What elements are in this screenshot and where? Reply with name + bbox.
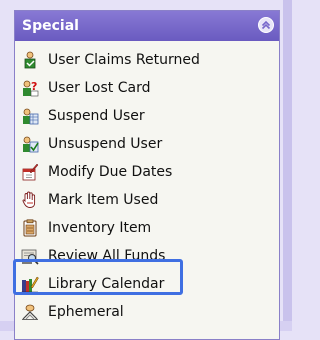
menu-item-user-claims-returned[interactable]: User Claims Returned (15, 46, 279, 74)
menu-item-inventory-item[interactable]: Inventory Item (15, 214, 279, 242)
menu-item-label: User Lost Card (48, 80, 151, 96)
menu-item-label: Inventory Item (48, 220, 152, 236)
suspend-user-icon (21, 107, 39, 125)
unsuspend-user-icon (21, 135, 39, 153)
chevron-up-circle-icon[interactable] (258, 17, 274, 33)
menu-item-label: User Claims Returned (48, 52, 200, 68)
menu-item-ephemeral[interactable]: Ephemeral (15, 298, 279, 326)
menu-item-review-all-funds[interactable]: Review All Funds (15, 242, 279, 270)
modify-due-dates-icon (21, 163, 39, 181)
inventory-item-icon (21, 219, 39, 237)
special-panel: Special User Claims Returned ? User Lost… (14, 10, 280, 340)
menu-item-label: Unsuspend User (48, 136, 163, 152)
menu-item-label: Library Calendar (48, 276, 165, 292)
menu-item-library-calendar[interactable]: Library Calendar (15, 270, 279, 298)
frame-right-border (283, 0, 292, 331)
review-all-funds-icon (21, 247, 39, 265)
menu-item-label: Review All Funds (48, 248, 166, 264)
menu-item-label: Modify Due Dates (48, 164, 173, 180)
menu-item-mark-item-used[interactable]: Mark Item Used (15, 186, 279, 214)
panel-title: Special (22, 18, 79, 34)
menu-item-unsuspend-user[interactable]: Unsuspend User (15, 130, 279, 158)
menu-item-suspend-user[interactable]: Suspend User (15, 102, 279, 130)
menu-item-label: Mark Item Used (48, 192, 159, 208)
library-calendar-icon (21, 275, 39, 293)
menu-item-label: Suspend User (48, 108, 145, 124)
mark-item-used-icon (21, 191, 39, 209)
menu-item-label: Ephemeral (48, 304, 124, 320)
user-claims-returned-icon (21, 51, 39, 69)
user-lost-card-icon: ? (21, 79, 39, 97)
panel-header: Special (15, 11, 279, 41)
ephemeral-icon (21, 303, 39, 321)
menu-item-modify-due-dates[interactable]: Modify Due Dates (15, 158, 279, 186)
special-menu-list: User Claims Returned ? User Lost Card Su… (15, 46, 279, 326)
menu-item-user-lost-card[interactable]: ? User Lost Card (15, 74, 279, 102)
